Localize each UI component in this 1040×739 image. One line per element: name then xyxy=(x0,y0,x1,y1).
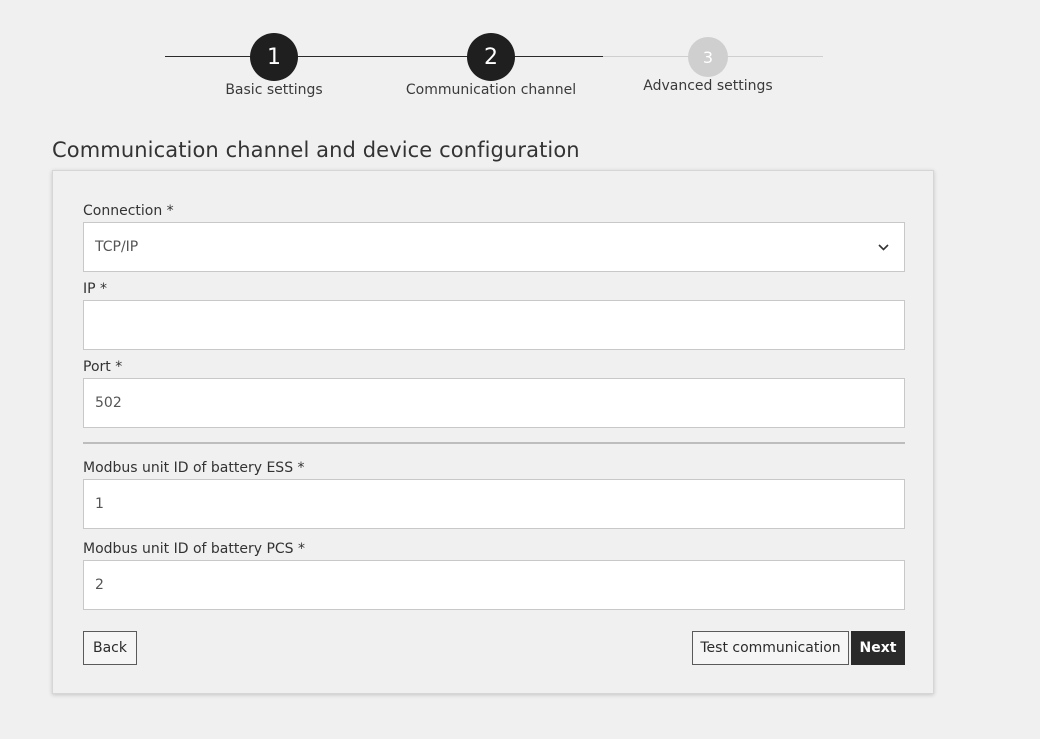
ip-field-box xyxy=(83,300,905,350)
modbus-pcs-label: Modbus unit ID of battery PCS * xyxy=(83,541,306,557)
modbus-ess-field-box xyxy=(83,479,905,529)
step-2-number: 2 xyxy=(484,44,498,70)
port-field[interactable] xyxy=(95,395,875,411)
step-3-label: Advanced settings xyxy=(643,78,773,94)
step-3-number: 3 xyxy=(702,47,714,67)
step-2-label: Communication channel xyxy=(405,82,577,98)
test-communication-button[interactable]: Test communication xyxy=(692,631,849,665)
back-button[interactable]: Back xyxy=(83,631,137,665)
modbus-ess-label: Modbus unit ID of battery ESS * xyxy=(83,460,305,476)
step-2-circle[interactable]: 2 xyxy=(467,33,515,81)
next-button[interactable]: Next xyxy=(851,631,905,665)
connection-select-value: TCP/IP xyxy=(95,239,139,255)
step-1-label: Basic settings xyxy=(225,82,323,98)
ip-field[interactable] xyxy=(95,317,875,333)
modbus-pcs-field[interactable] xyxy=(95,577,875,593)
stepper-line-completed xyxy=(165,56,603,57)
step-1-number: 1 xyxy=(267,44,281,70)
page-title: Communication channel and device configu… xyxy=(52,138,580,162)
modbus-pcs-field-box xyxy=(83,560,905,610)
connection-select[interactable]: TCP/IP xyxy=(83,222,905,272)
connection-label: Connection * xyxy=(83,203,174,219)
port-field-box xyxy=(83,378,905,428)
step-1-circle[interactable]: 1 xyxy=(250,33,298,81)
ip-label: IP * xyxy=(83,281,108,297)
configuration-card: Connection * TCP/IP IP * Port * Modbus u… xyxy=(52,170,934,694)
port-label: Port * xyxy=(83,359,123,375)
chevron-down-icon xyxy=(878,244,889,251)
section-divider xyxy=(83,442,905,444)
stepper: 1 2 3 Basic settings Communication chann… xyxy=(0,0,1040,110)
modbus-ess-field[interactable] xyxy=(95,496,875,512)
step-3-circle: 3 xyxy=(688,37,728,77)
